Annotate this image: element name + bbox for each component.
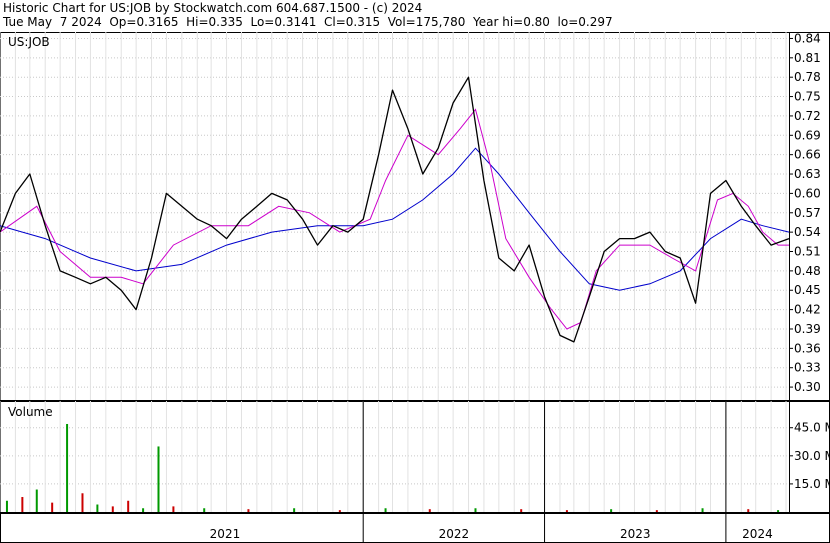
year-label: 2022 bbox=[439, 527, 470, 541]
volume-bar bbox=[66, 423, 69, 512]
price-tick-label: 0.48 bbox=[794, 264, 821, 278]
volume-tick-label: 15.0 M bbox=[794, 477, 830, 491]
chart-header: Historic Chart for US:JOB by Stockwatch.… bbox=[0, 0, 830, 32]
volume-bar bbox=[293, 508, 296, 512]
price-tick-label: 0.63 bbox=[794, 167, 821, 181]
volume-bar bbox=[474, 508, 477, 512]
volume-tick-label: 45.0 M bbox=[794, 421, 830, 435]
volume-label: Volume bbox=[8, 405, 53, 419]
price-tick-label: 0.66 bbox=[794, 148, 821, 162]
year-label: 2024 bbox=[742, 527, 773, 541]
price-tick-label: 0.45 bbox=[794, 283, 821, 297]
volume-bar bbox=[81, 493, 84, 512]
price-tick-label: 0.42 bbox=[794, 303, 821, 317]
price-tick-label: 0.75 bbox=[794, 90, 821, 104]
volume-bar bbox=[157, 446, 160, 512]
price-tick-label: 0.30 bbox=[794, 380, 821, 394]
price-tick-label: 0.72 bbox=[794, 109, 821, 123]
price-tick-label: 0.57 bbox=[794, 206, 821, 220]
price-tick-label: 0.60 bbox=[794, 186, 821, 200]
volume-bar bbox=[35, 489, 38, 512]
year-label: 2021 bbox=[210, 527, 241, 541]
chart-title: Historic Chart for US:JOB by Stockwatch.… bbox=[3, 1, 423, 15]
volume-bar bbox=[565, 510, 568, 512]
volume-bar bbox=[655, 510, 658, 512]
volume-bar bbox=[21, 497, 24, 512]
volume-bar bbox=[172, 506, 175, 512]
volume-bar bbox=[247, 509, 250, 512]
symbol-label: US:JOB bbox=[8, 35, 50, 49]
price-tick-label: 0.36 bbox=[794, 341, 821, 355]
volume-bar bbox=[5, 500, 8, 512]
volume-bar bbox=[384, 508, 387, 512]
volume-bar bbox=[111, 506, 114, 512]
price-tick-label: 0.84 bbox=[794, 32, 821, 45]
volume-bar bbox=[338, 510, 341, 512]
volume-bar bbox=[747, 509, 750, 512]
price-tick-label: 0.78 bbox=[794, 70, 821, 84]
price-panel bbox=[0, 32, 830, 401]
price-tick-label: 0.39 bbox=[794, 322, 821, 336]
volume-bar bbox=[610, 509, 613, 512]
volume-bar bbox=[142, 508, 145, 512]
volume-panel bbox=[0, 401, 830, 513]
price-tick-label: 0.51 bbox=[794, 245, 821, 259]
volume-bar bbox=[203, 508, 206, 512]
price-tick-label: 0.81 bbox=[794, 51, 821, 65]
stock-chart: 0.84 0.81 0.78 0.75 0.72 0.69 0.66 0.63 0.60 0.57… bbox=[0, 32, 830, 543]
volume-bar bbox=[520, 509, 523, 512]
volume-tick-label: 30.0 M bbox=[794, 449, 830, 463]
price-tick-label: 0.33 bbox=[794, 361, 821, 375]
quote-summary: Tue May 7 2024 Op=0.3165 Hi=0.335 Lo=0.3… bbox=[3, 15, 613, 29]
date-axis-panel bbox=[0, 513, 830, 543]
volume-bar bbox=[428, 509, 431, 512]
volume-bar bbox=[777, 510, 780, 512]
volume-bar bbox=[51, 502, 54, 512]
year-label: 2023 bbox=[620, 527, 651, 541]
volume-bar bbox=[96, 504, 99, 512]
price-tick-label: 0.69 bbox=[794, 128, 821, 142]
volume-bar bbox=[127, 500, 130, 512]
volume-bar bbox=[701, 508, 704, 512]
price-tick-label: 0.54 bbox=[794, 225, 821, 239]
